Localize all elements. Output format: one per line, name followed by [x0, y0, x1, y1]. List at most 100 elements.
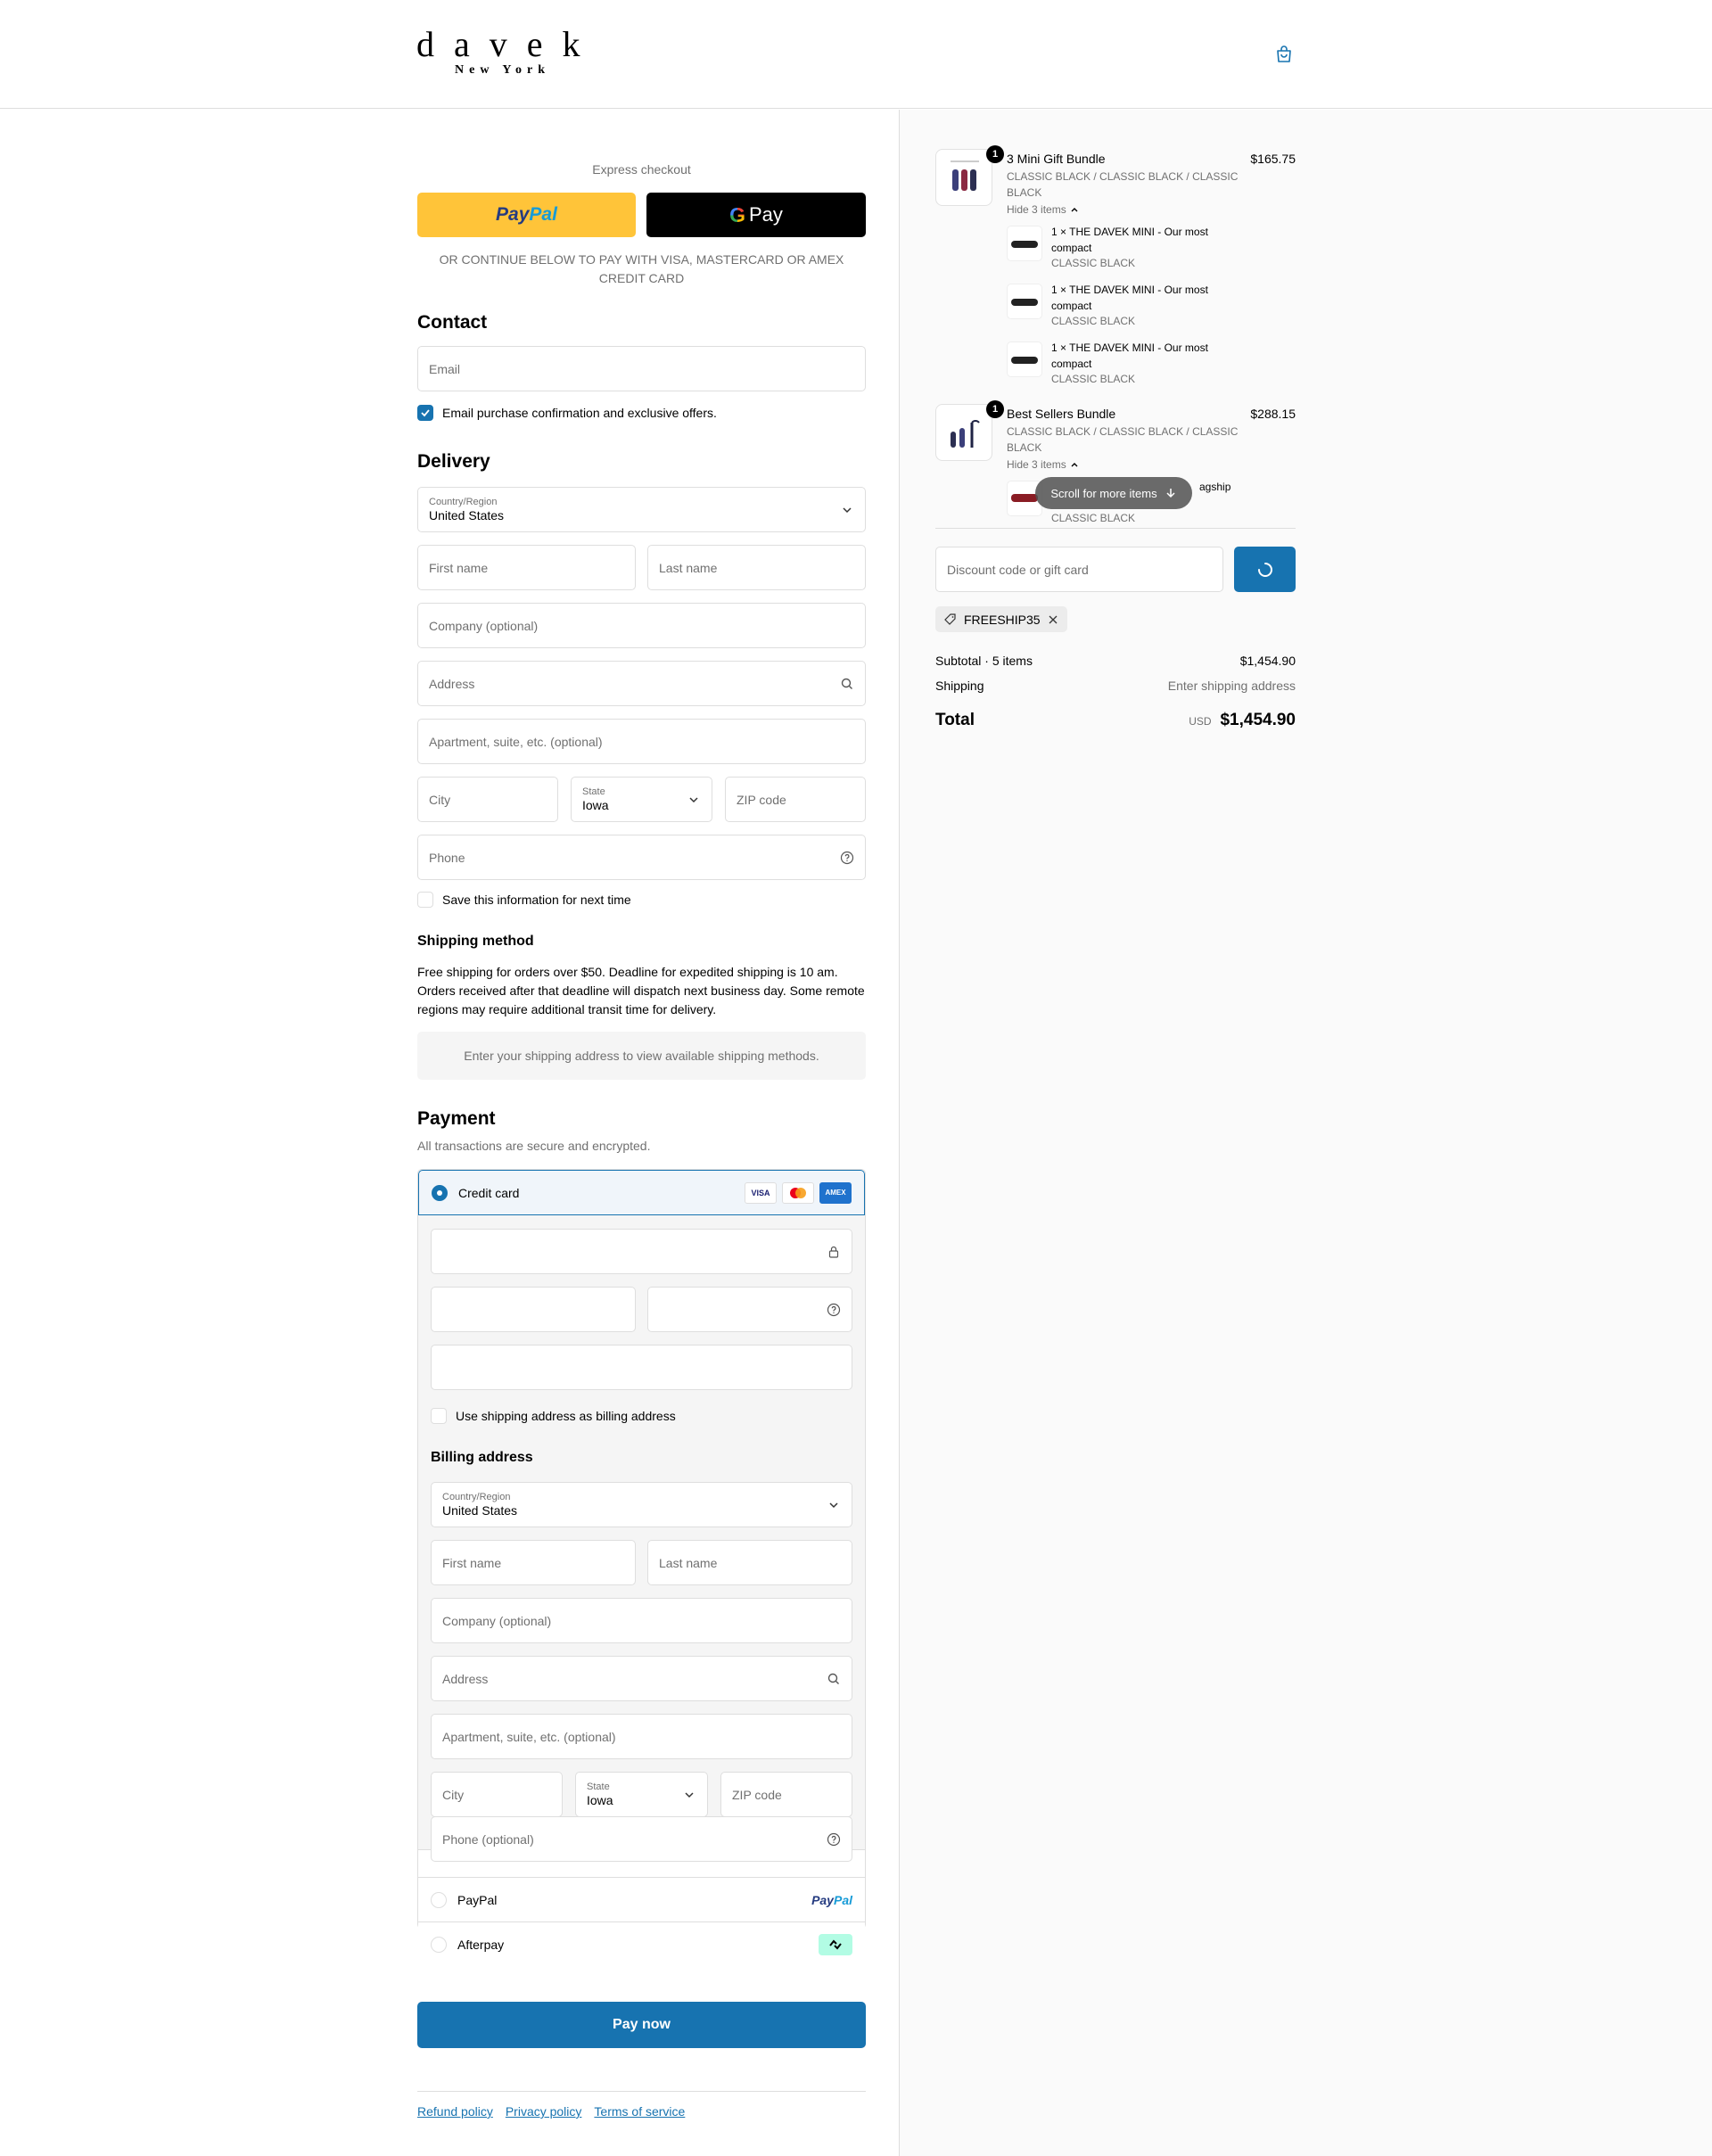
help-circle-icon[interactable] — [827, 1303, 841, 1317]
newsletter-label: Email purchase confirmation and exclusiv… — [442, 406, 717, 420]
gpay-label: Pay — [748, 203, 783, 226]
item-name: Best Sellers Bundle — [1007, 407, 1116, 421]
scroll-for-more-button[interactable]: Scroll for more items — [1035, 477, 1192, 509]
chevron-down-icon — [827, 1498, 841, 1512]
loading-spinner-icon — [1257, 562, 1272, 577]
radio-selected-icon — [432, 1184, 448, 1201]
item-name: 3 Mini Gift Bundle — [1007, 152, 1106, 166]
sub-item-variant: CLASSIC BLACK — [1051, 257, 1136, 269]
chevron-up-icon — [1071, 463, 1078, 467]
apartment-field[interactable]: Apartment, suite, etc. (optional) — [417, 719, 866, 764]
total-label: Total — [935, 711, 975, 729]
payment-option-paypal[interactable]: PayPal PayPal — [418, 1877, 865, 1921]
phone-placeholder: Phone — [429, 850, 465, 865]
billing-last-name-field[interactable]: Last name — [647, 1540, 852, 1585]
billing-company-field[interactable]: Company (optional) — [431, 1598, 852, 1643]
afterpay-option-label: Afterpay — [457, 1937, 505, 1952]
visa-icon: VISA — [745, 1181, 777, 1204]
payment-option-afterpay[interactable]: Afterpay — [418, 1921, 865, 1966]
contact-heading: Contact — [417, 312, 488, 333]
card-number-field[interactable] — [431, 1229, 852, 1274]
quantity-badge: 1 — [986, 400, 1004, 418]
terms-of-service-link[interactable]: Terms of service — [594, 2104, 685, 2119]
company-placeholder: Company (optional) — [429, 618, 539, 633]
credit-card-label: Credit card — [458, 1185, 520, 1200]
chevron-up-icon — [1071, 208, 1078, 212]
paypal-express-button[interactable]: Pay Pal — [417, 193, 636, 237]
brand-logo[interactable]: davek New York — [416, 25, 600, 77]
save-info-checkbox[interactable]: Save this information for next time — [417, 892, 631, 908]
city-placeholder: City — [429, 792, 451, 807]
zip-placeholder: ZIP code — [737, 792, 786, 807]
city-field[interactable]: City — [417, 777, 558, 822]
shipping-label: Shipping — [935, 679, 984, 693]
country-label: Country/Region — [429, 496, 498, 507]
billing-address-field[interactable]: Address — [431, 1656, 852, 1701]
hide-items-toggle[interactable]: Hide 3 items — [1007, 458, 1079, 471]
shipping-methods-placeholder: Enter your shipping address to view avai… — [417, 1032, 866, 1080]
shopping-bag-icon[interactable] — [1273, 44, 1295, 65]
payment-methods: Credit card VISA AMEX Use shipping addre… — [417, 1169, 866, 1929]
name-on-card-field[interactable] — [431, 1345, 852, 1390]
billing-country-label: Country/Region — [442, 1491, 511, 1502]
checkbox-checked-icon — [417, 405, 433, 421]
phone-field[interactable]: Phone — [417, 835, 866, 880]
help-circle-icon[interactable] — [827, 1832, 841, 1847]
newsletter-checkbox[interactable]: Email purchase confirmation and exclusiv… — [417, 405, 717, 421]
billing-address-heading: Billing address — [431, 1450, 533, 1465]
email-field[interactable]: Email — [417, 346, 866, 391]
sub-item-title: agship — [1199, 481, 1231, 493]
privacy-policy-link[interactable]: Privacy policy — [506, 2104, 582, 2119]
total-row: Total USD $1,454.90 — [935, 711, 1296, 730]
search-icon — [840, 677, 854, 691]
radio-empty-icon — [431, 1936, 447, 1953]
state-select[interactable]: State Iowa — [571, 777, 712, 822]
divider — [935, 528, 1296, 529]
last-name-field[interactable]: Last name — [647, 545, 866, 590]
google-pay-button[interactable]: G Pay — [646, 193, 866, 237]
hide-items-toggle[interactable]: Hide 3 items — [1007, 203, 1079, 216]
sub-item-variant: CLASSIC BLACK — [1051, 512, 1136, 524]
apply-discount-button[interactable] — [1234, 547, 1296, 592]
country-select[interactable]: Country/Region United States — [417, 487, 866, 532]
close-icon[interactable] — [1048, 614, 1058, 625]
billing-phone-field[interactable]: Phone (optional) — [431, 1816, 852, 1862]
security-code-field[interactable] — [647, 1287, 852, 1332]
payment-option-credit-card[interactable]: Credit card VISA AMEX — [418, 1170, 865, 1215]
billing-zip-field[interactable]: ZIP code — [720, 1772, 852, 1817]
product-image — [935, 404, 992, 461]
company-field[interactable]: Company (optional) — [417, 603, 866, 648]
pay-now-button[interactable]: Pay now — [417, 2002, 866, 2048]
total-value: $1,454.90 — [1220, 711, 1296, 729]
help-circle-icon[interactable] — [840, 851, 854, 865]
mastercard-icon — [782, 1181, 814, 1204]
billing-city-field[interactable]: City — [431, 1772, 563, 1817]
billing-state-value: Iowa — [587, 1792, 613, 1807]
billing-state-select[interactable]: State Iowa — [575, 1772, 708, 1817]
item-variant: CLASSIC BLACK / CLASSIC BLACK / CLASSIC … — [1007, 425, 1239, 454]
first-name-placeholder: First name — [429, 560, 489, 575]
chevron-down-icon — [840, 503, 854, 517]
zip-field[interactable]: ZIP code — [725, 777, 866, 822]
billing-state-label: State — [587, 1781, 610, 1792]
payment-subtext: All transactions are secure and encrypte… — [417, 1139, 651, 1153]
billing-country-select[interactable]: Country/Region United States — [431, 1482, 852, 1527]
billing-apartment-field[interactable]: Apartment, suite, etc. (optional) — [431, 1714, 852, 1759]
address-field[interactable]: Address — [417, 661, 866, 706]
refund-policy-link[interactable]: Refund policy — [417, 2104, 493, 2119]
email-placeholder: Email — [429, 361, 461, 376]
credit-card-form: Use shipping address as billing address … — [418, 1215, 865, 1850]
subtotal-label: Subtotal · 5 items — [935, 654, 1033, 668]
discount-code-input[interactable]: Discount code or gift card — [935, 547, 1223, 592]
lock-icon — [827, 1245, 841, 1259]
google-g-icon: G — [729, 202, 745, 226]
sub-item-image — [1007, 226, 1042, 261]
checkbox-empty-icon — [417, 892, 433, 908]
use-shipping-address-checkbox[interactable]: Use shipping address as billing address — [431, 1408, 676, 1424]
expiry-field[interactable] — [431, 1287, 636, 1332]
first-name-field[interactable]: First name — [417, 545, 636, 590]
subtotal-row: Subtotal · 5 items $1,454.90 — [935, 654, 1296, 668]
billing-city-placeholder: City — [442, 1787, 465, 1802]
billing-first-name-field[interactable]: First name — [431, 1540, 636, 1585]
hide-items-label: Hide 3 items — [1007, 203, 1066, 216]
